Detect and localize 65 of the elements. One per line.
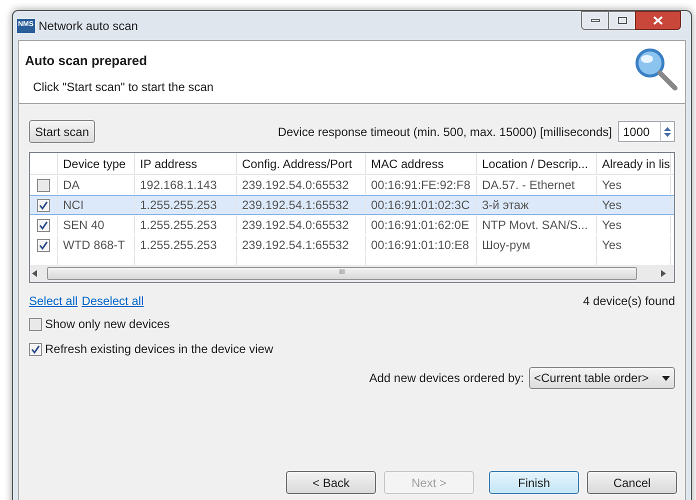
checkbox[interactable] — [37, 238, 50, 252]
table-cell: 1.255.255.253 — [135, 236, 237, 254]
table-row[interactable]: DA 192.168.1.143 239.192.54.0:65532 00:16:91:FE:92:F8 DA.57. - Ethernet Yes — [30, 175, 674, 195]
table-row[interactable]: NCI 1.255.255.253 239.192.54.1:65532 00:16:91:01:02:3C 3-й этаж Yes — [30, 195, 674, 215]
table-cell: 239.192.54.0:65532 — [237, 176, 366, 194]
table-cell: WTD 868-T — [58, 236, 135, 254]
option-label[interactable]: Refresh existing devices in the device view — [45, 340, 274, 358]
minimize-button[interactable] — [581, 11, 609, 30]
table-cell: Yes — [597, 196, 671, 214]
up-arrow-icon[interactable] — [664, 126, 671, 130]
column-header[interactable]: IP address — [135, 153, 237, 174]
link[interactable]: Select all — [29, 292, 78, 310]
table-cell: 00:16:91:01:02:3C — [366, 196, 477, 214]
checkbox[interactable] — [29, 342, 42, 356]
option-label[interactable]: Show only new devices — [45, 315, 170, 333]
close-icon — [653, 16, 663, 25]
devices-found-count: 4 device(s) found — [582, 293, 675, 310]
timeout-label: Device response timeout (min. 500, max. 15000) [milliseconds] — [278, 124, 612, 140]
checkbox[interactable] — [37, 178, 50, 192]
table-cell: Yes — [597, 236, 671, 254]
table-cell: DA.57. - Ethernet — [477, 176, 597, 194]
column-header[interactable]: Location / Descrip... — [477, 153, 597, 174]
column-header[interactable]: Config. Address/Port — [237, 153, 366, 174]
start-scan-button[interactable]: Start scan — [29, 120, 96, 143]
table-cell: 1.255.255.253 — [135, 216, 237, 234]
order-label: Add new devices ordered by: — [369, 370, 524, 387]
table-row[interactable]: SEN 40 1.255.255.253 239.192.54.0:65532 00:16:91:01:62:0E NTP Movt. SAN/S... Yes — [30, 215, 674, 235]
table-cell: 00:16:91:01:62:0E — [366, 216, 477, 234]
column-header[interactable]: MAC address — [366, 153, 477, 174]
table-cell: DA — [58, 176, 135, 194]
table-cell: Yes — [597, 216, 671, 234]
table-cell: NTP Movt. SAN/S... — [477, 216, 597, 234]
column-header[interactable]: Already in lis — [597, 153, 671, 174]
page-subtitle: Click "Start scan" to start the scan — [33, 78, 214, 96]
table-cell: Шоу-рум — [477, 236, 597, 254]
order-dropdown[interactable]: <Current table order> — [529, 367, 675, 389]
window-title: Network auto scan — [38, 18, 138, 34]
checkbox[interactable] — [37, 218, 50, 232]
table-cell: SEN 40 — [58, 216, 135, 234]
dialog-button[interactable]: < Back — [286, 471, 376, 494]
table-cell: 1.255.255.253 — [135, 196, 237, 214]
table-cell: 00:16:91:01:10:E8 — [366, 236, 477, 254]
table-cell: 192.168.1.143 — [135, 176, 237, 194]
dialog-button[interactable]: Finish — [489, 471, 579, 494]
table-cell: NCI — [58, 196, 135, 214]
checkbox[interactable] — [37, 198, 50, 212]
checkbox[interactable] — [29, 318, 42, 330]
link[interactable]: Deselect all — [82, 292, 144, 310]
table-cell: 239.192.54.1:65532 — [237, 196, 366, 214]
dialog-button[interactable]: Cancel — [587, 471, 677, 494]
page-title: Auto scan prepared — [25, 52, 148, 70]
down-arrow-icon[interactable] — [664, 132, 671, 136]
scroll-right-icon[interactable] — [661, 270, 666, 277]
table-cell: 239.192.54.1:65532 — [237, 236, 366, 254]
table-cell: Yes — [597, 176, 671, 194]
table-cell: 239.192.54.0:65532 — [237, 216, 366, 234]
dropdown-caret-icon — [662, 376, 670, 380]
timeout-spinner[interactable]: 1000 — [618, 121, 675, 142]
table-cell: 3-й этаж — [477, 196, 597, 214]
table-cell: 00:16:91:FE:92:F8 — [366, 176, 477, 194]
maximize-button[interactable] — [609, 11, 635, 30]
scroll-left-icon[interactable] — [32, 270, 37, 277]
table-row[interactable]: WTD 868-T 1.255.255.253 239.192.54.1:65532 00:16:91:01:10:E8 Шоу-рум Yes — [30, 235, 674, 255]
close-button[interactable] — [635, 11, 681, 30]
column-header[interactable]: Device type — [58, 153, 135, 174]
